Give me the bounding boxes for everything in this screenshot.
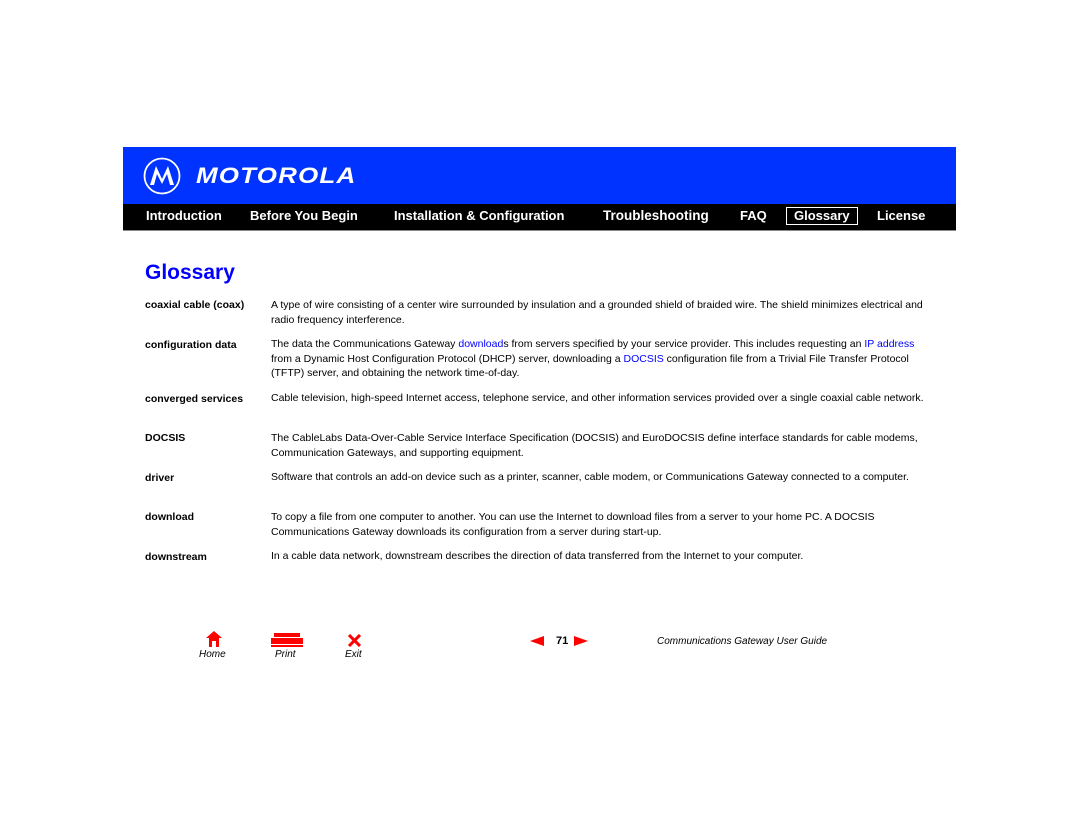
nav-troubleshooting[interactable]: Troubleshooting [603,208,709,224]
link-ip-address[interactable]: IP address [864,338,914,350]
nav-glossary[interactable]: Glossary [786,207,858,225]
home-label[interactable]: Home [199,649,226,660]
home-icon[interactable] [206,631,222,647]
page-title: Glossary [145,261,235,284]
definition-text: s from servers specified by your service… [503,338,865,350]
top-nav: Introduction Before You Begin Installati… [123,204,956,231]
exit-icon[interactable] [348,634,361,647]
glossary-term: converged services [145,393,244,405]
glossary-definition: The data the Communications Gateway down… [271,337,931,381]
nav-introduction[interactable]: Introduction [146,208,222,224]
next-page-icon[interactable] [574,636,588,646]
page-header: MOTOROLA Introduction Before You Begin I… [123,147,956,231]
glossary-definition: Software that controls an add-on device … [271,471,909,483]
exit-label[interactable]: Exit [345,649,362,660]
nav-license[interactable]: License [877,208,925,224]
page-number: 71 [556,635,569,647]
glossary-definition: Cable television, high-speed Internet ac… [271,392,924,404]
guide-title: Communications Gateway User Guide [657,636,828,647]
glossary-term: configuration data [145,339,237,351]
print-label[interactable]: Print [275,649,296,660]
previous-page-icon[interactable] [530,636,544,646]
glossary-term: DOCSIS [145,432,186,444]
nav-before-you-begin[interactable]: Before You Begin [250,208,358,224]
link-download[interactable]: download [458,338,503,350]
print-icon[interactable] [271,633,303,647]
nav-faq[interactable]: FAQ [740,208,767,224]
brand-bar: MOTOROLA [123,147,956,204]
glossary-term: driver [145,472,175,484]
definition-text: from a Dynamic Host Configuration Protoc… [271,352,624,365]
motorola-wordmark: MOTOROLA [196,163,357,188]
glossary-term: coaxial cable (coax) [145,299,245,311]
link-docsis[interactable]: DOCSIS [623,353,663,365]
motorola-logo-icon [143,157,181,195]
glossary-definition: To copy a file from one computer to anot… [271,511,875,538]
glossary-definition: The CableLabs Data-Over-Cable Service In… [271,432,918,459]
glossary-term: downstream [145,551,207,563]
glossary-term: download [145,511,194,523]
glossary-definition: A type of wire consisting of a center wi… [271,299,923,326]
glossary-definition: In a cable data network, downstream desc… [271,550,804,562]
nav-installation-configuration[interactable]: Installation & Configuration [394,208,564,224]
definition-text: The data the Communications Gateway [271,338,459,350]
